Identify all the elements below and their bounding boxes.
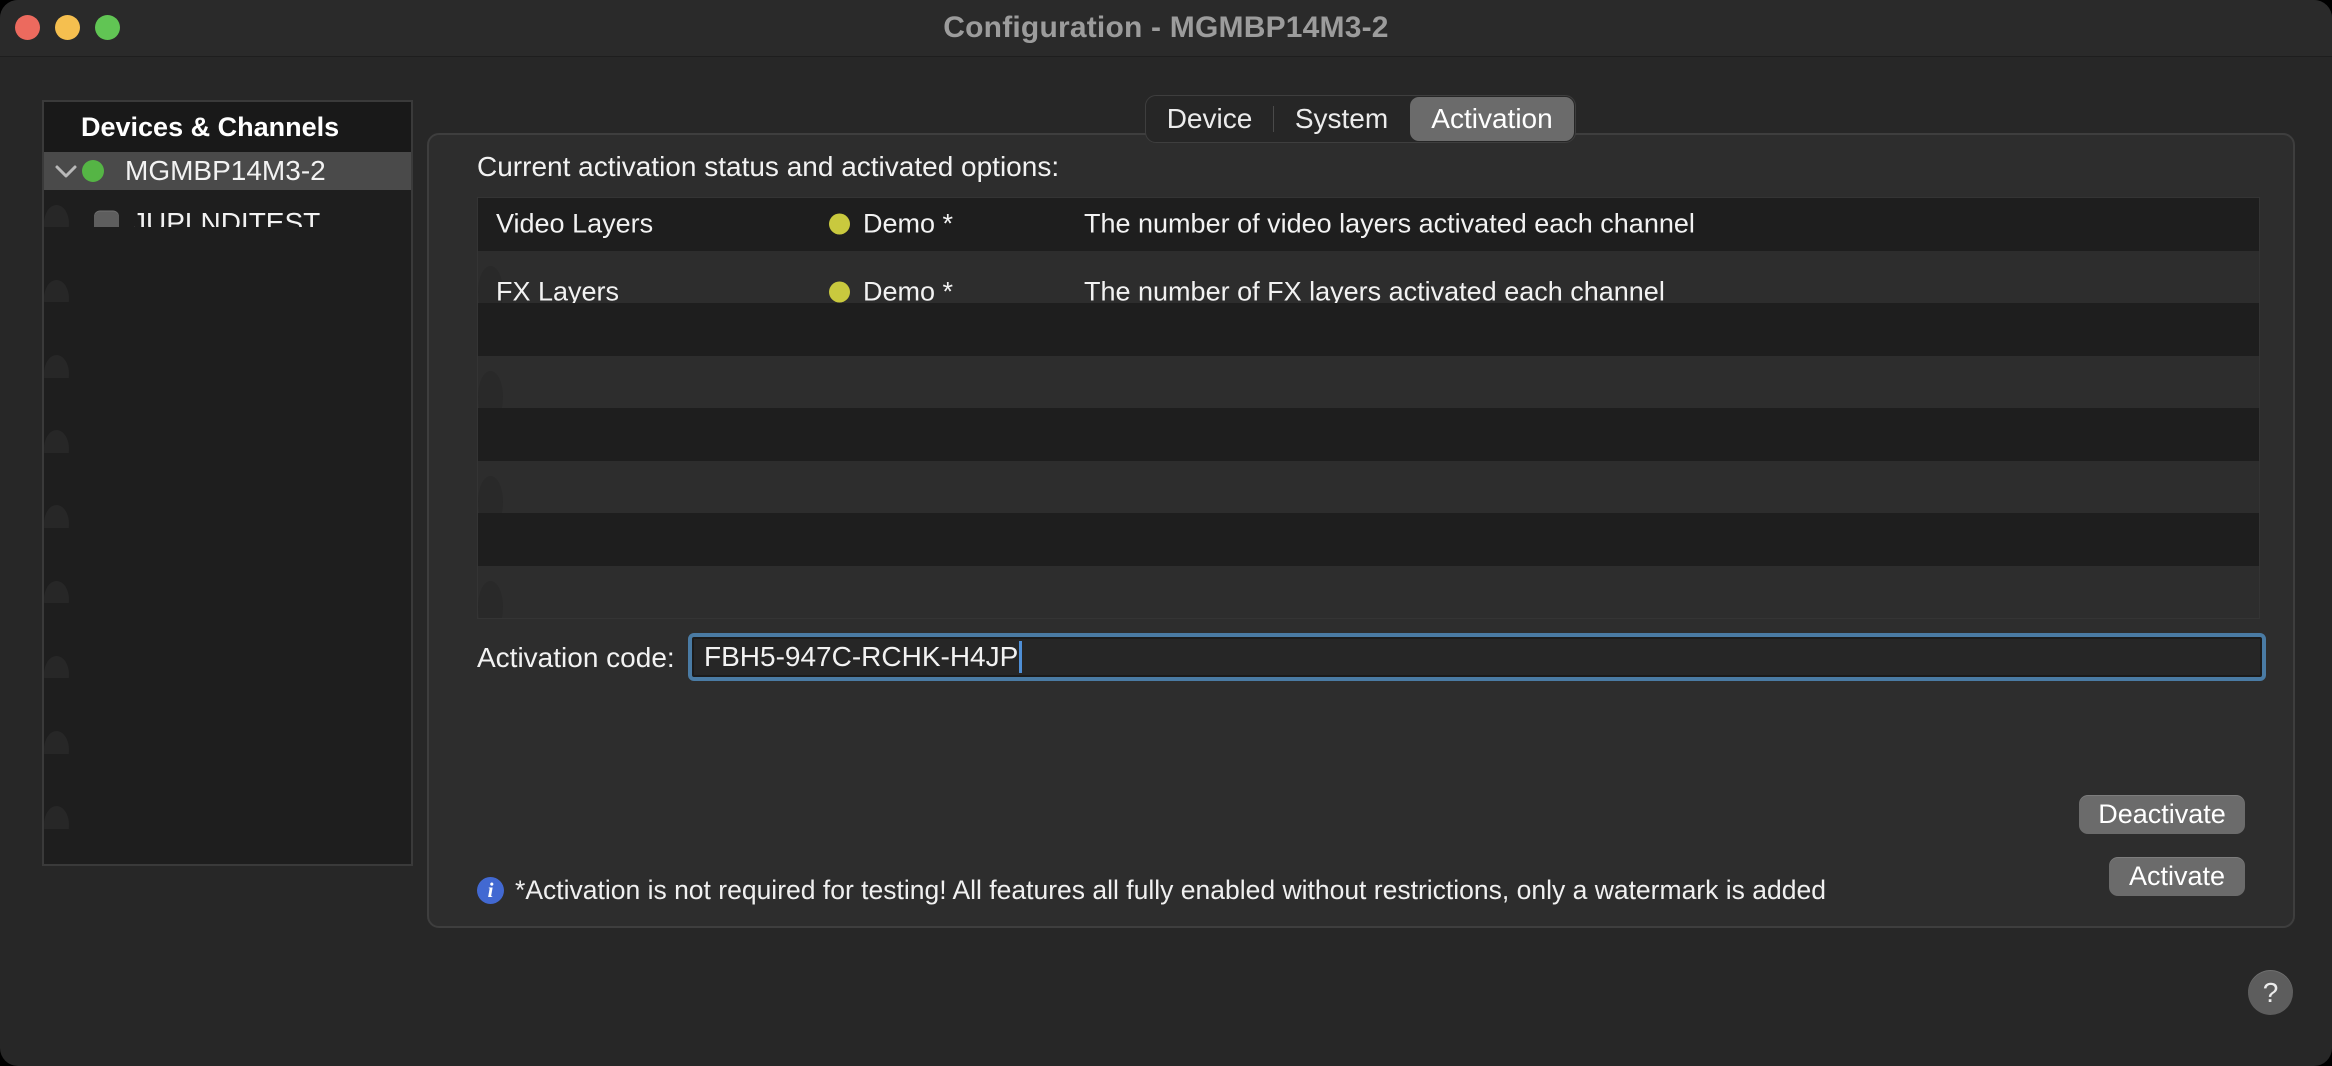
tab-device-label: Device: [1167, 103, 1253, 135]
srow-empty-row: [44, 829, 411, 866]
device-online-status-icon: [82, 160, 104, 182]
tab-device[interactable]: Device: [1146, 96, 1273, 142]
trow-empty-row: [478, 581, 503, 620]
tab-activation[interactable]: Activation: [1410, 97, 1574, 141]
activate-button-label: Activate: [2129, 861, 2225, 892]
tab-system[interactable]: System: [1274, 96, 1409, 142]
devices-channels-panel: Devices & Channels MGMBP14M3-2 JUPLNDITE…: [42, 100, 413, 866]
tab-bar: Device System Activation: [1145, 95, 1576, 143]
deactivate-button[interactable]: Deactivate: [2079, 795, 2245, 834]
srow-empty-row: [44, 754, 411, 792]
text-cursor: [1019, 641, 1022, 673]
activate-button[interactable]: Activate: [2109, 857, 2245, 896]
sidebar-header: Devices & Channels: [44, 102, 411, 152]
activated-options-table: Video Layers Demo * The number of video …: [477, 197, 2260, 619]
srow-empty-row: [44, 302, 411, 340]
activation-code-row: Activation code: FBH5-947C-RCHK-H4JP: [429, 633, 2293, 683]
device-name-label: MGMBP14M3-2: [125, 155, 326, 187]
deactivate-button-label: Deactivate: [2098, 799, 2226, 830]
option-status: Demo *: [863, 209, 953, 240]
option-name: Video Layers: [496, 209, 653, 240]
srow-empty-row: [44, 227, 411, 265]
trow-empty-row: [478, 408, 2259, 461]
activation-footnote: i *Activation is not required for testin…: [477, 875, 1826, 906]
title-bar: Configuration - MGMBP14M3-2: [0, 0, 2332, 57]
chevron-down-icon[interactable]: [54, 163, 78, 179]
activation-code-input[interactable]: FBH5-947C-RCHK-H4JP: [688, 633, 2266, 681]
sidebar-empty-rows: [44, 227, 411, 866]
tab-activation-label: Activation: [1431, 103, 1552, 135]
srow-empty-row: [44, 528, 411, 566]
trow-empty-row: [478, 303, 2259, 356]
srow-empty-row: [44, 453, 411, 491]
help-button[interactable]: ?: [2248, 970, 2293, 1015]
configuration-window: Configuration - MGMBP14M3-2 Devices & Ch…: [0, 0, 2332, 1066]
srow-empty-row: [44, 678, 411, 716]
demo-status-icon: [829, 281, 850, 302]
demo-status-icon: [829, 214, 850, 235]
srow-empty-row: [44, 603, 411, 641]
table-empty-rows: [478, 303, 2259, 618]
tab-system-label: System: [1295, 103, 1388, 135]
status-heading: Current activation status and activated …: [477, 151, 1059, 183]
activation-code-label: Activation code:: [477, 633, 675, 683]
activation-code-value: FBH5-947C-RCHK-H4JP: [704, 641, 1018, 673]
trow-empty-row: [478, 513, 2259, 566]
activation-tab-panel: Current activation status and activated …: [427, 133, 2295, 928]
tree-row-device[interactable]: MGMBP14M3-2: [44, 152, 411, 190]
srow-empty-row: [44, 378, 411, 416]
window-title: Configuration - MGMBP14M3-2: [0, 0, 2332, 56]
table-row[interactable]: Video Layers Demo * The number of video …: [478, 198, 2259, 251]
option-description: The number of video layers activated eac…: [1084, 209, 1695, 240]
info-icon: i: [477, 877, 504, 904]
footnote-text: *Activation is not required for testing!…: [515, 875, 1826, 906]
